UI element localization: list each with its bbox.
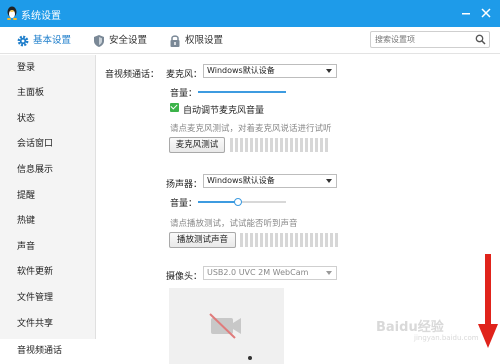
search-icon[interactable]	[475, 34, 486, 45]
speaker-device-select[interactable]: Windows默认设备	[203, 174, 337, 188]
minimize-icon	[462, 13, 470, 15]
speaker-volume-fill	[198, 201, 238, 203]
chevron-down-icon	[326, 271, 332, 275]
camera-label: 摄像头：	[166, 272, 203, 282]
sidebar-item-status[interactable]: 状态	[0, 109, 96, 129]
search-input[interactable]	[375, 33, 470, 46]
sidebar-item-av-call[interactable]: 音视频通话	[0, 339, 96, 364]
microphone-level-meter	[230, 138, 328, 152]
gear-icon	[17, 35, 29, 47]
microphone-test-button[interactable]: 麦克风测试	[169, 137, 225, 153]
tab-basic-settings[interactable]: 基本设置	[16, 33, 78, 49]
sidebar-item-software-update[interactable]: 软件更新	[0, 262, 96, 282]
camera-device-value: USB2.0 UVC 2M WebCam	[207, 268, 309, 277]
sidebar-item-label: 状态	[17, 114, 36, 124]
shield-icon	[94, 35, 104, 47]
sidebar-item-label: 软件更新	[17, 267, 54, 277]
speaker-test-button-label: 播放测试声音	[176, 235, 228, 245]
speaker-device-value: Windows默认设备	[207, 176, 275, 185]
sidebar-item-file-management[interactable]: 文件管理	[0, 288, 96, 308]
minimize-button[interactable]	[458, 5, 474, 21]
close-icon	[481, 8, 491, 18]
qq-penguin-icon	[7, 6, 17, 20]
speaker-label: 扬声器：	[166, 180, 203, 190]
sidebar-item-label: 文件共享	[17, 319, 54, 329]
av-section-label: 音视频通话：	[105, 70, 160, 80]
camera-off-icon	[209, 313, 241, 339]
sidebar-item-hotkeys[interactable]: 热键	[0, 211, 96, 231]
sidebar-item-label: 声音	[17, 242, 36, 252]
page-dot	[248, 356, 252, 360]
microphone-volume-slider	[198, 91, 286, 93]
chevron-down-icon	[326, 69, 332, 73]
chevron-down-icon	[326, 179, 332, 183]
watermark-url: jingyan.baidu.com	[414, 334, 479, 342]
microphone-hint: 请点麦克风测试，对着麦克风说话进行试听	[170, 124, 332, 134]
red-down-arrow-icon	[478, 254, 498, 348]
auto-adjust-checkbox[interactable]	[170, 103, 179, 112]
sidebar-item-sound[interactable]: 声音	[0, 237, 96, 257]
title-bar: 系统设置	[0, 0, 500, 27]
sidebar-item-label: 主面板	[17, 88, 45, 98]
speaker-volume-label: 音量：	[170, 199, 198, 209]
sidebar-item-label: 登录	[17, 63, 36, 73]
sidebar-item-label: 信息展示	[17, 165, 54, 175]
watermark-text: Baidu经验	[376, 320, 444, 335]
tab-label: 基本设置	[33, 35, 72, 46]
close-button[interactable]	[478, 5, 494, 21]
sidebar-item-info-display[interactable]: 信息展示	[0, 160, 96, 180]
tab-security-settings[interactable]: 安全设置	[92, 33, 154, 49]
speaker-volume-slider-handle[interactable]	[234, 198, 242, 206]
speaker-hint: 请点播放测试，试试能否听到声音	[170, 219, 298, 229]
sidebar-item-chat-window[interactable]: 会话窗口	[0, 134, 96, 154]
speaker-level-meter	[240, 233, 338, 247]
tab-permission-settings[interactable]: 权限设置	[168, 33, 230, 49]
sidebar-item-label: 会话窗口	[17, 139, 54, 149]
microphone-test-button-label: 麦克风测试	[175, 140, 219, 150]
sidebar-item-reminders[interactable]: 提醒	[0, 186, 96, 206]
tab-label: 权限设置	[185, 35, 224, 46]
microphone-volume-label: 音量：	[170, 89, 198, 99]
window-title: 系统设置	[21, 11, 61, 22]
lock-icon	[170, 35, 180, 47]
auto-adjust-label: 自动调节麦克风音量	[183, 106, 265, 116]
sidebar-item-label: 音视频通话	[17, 346, 63, 356]
sidebar-item-login[interactable]: 登录	[0, 58, 96, 78]
sidebar-item-file-sharing[interactable]: 文件共享	[0, 314, 96, 334]
camera-preview	[169, 288, 284, 364]
sidebar-item-main-panel[interactable]: 主面板	[0, 83, 96, 103]
speaker-test-button[interactable]: 播放测试声音	[169, 232, 236, 248]
settings-sidebar: 登录 主面板 状态 会话窗口 信息展示 提醒 热键 声音 软件更新 文件管理 文…	[0, 55, 96, 364]
microphone-label: 麦克风：	[166, 70, 203, 80]
sidebar-item-label: 文件管理	[17, 293, 54, 303]
sidebar-item-label: 提醒	[17, 191, 36, 201]
microphone-device-value: Windows默认设备	[207, 66, 275, 75]
microphone-device-select[interactable]: Windows默认设备	[203, 64, 337, 78]
tab-label: 安全设置	[109, 35, 148, 46]
search-box[interactable]	[370, 31, 490, 48]
camera-device-select[interactable]: USB2.0 UVC 2M WebCam	[203, 266, 337, 280]
sidebar-item-label: 热键	[17, 216, 36, 226]
